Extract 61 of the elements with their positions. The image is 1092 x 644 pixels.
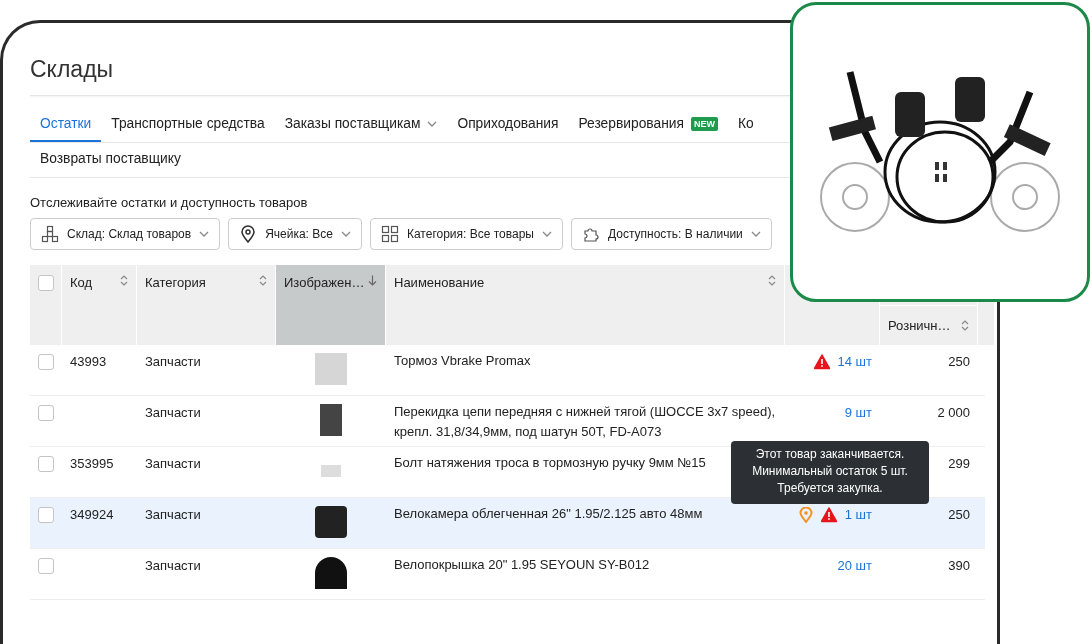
price: 299 <box>948 456 970 471</box>
category-name: Запчасти <box>145 558 201 573</box>
price: 250 <box>948 507 970 522</box>
stock-link[interactable]: 9 шт <box>844 405 872 420</box>
boxes-icon <box>41 225 59 243</box>
photo-placeholder <box>321 465 341 477</box>
chevron-down-icon <box>199 231 210 237</box>
chevron-down-icon <box>542 231 552 237</box>
price: 2 000 <box>937 405 970 420</box>
price: 250 <box>948 354 970 369</box>
photo-placeholder <box>315 557 347 589</box>
column-header[interactable]: Розничн… <box>880 305 978 345</box>
category-name: Запчасти <box>145 354 201 369</box>
product-name: Велокамера облегченная 26" 1.95/2.125 авто 48мм <box>394 505 703 523</box>
chevron-down-icon <box>750 231 761 237</box>
stock-tooltip: Этот товар заканчивается. Минимальный остаток 5 шт. Требуется закупка. <box>731 441 929 504</box>
checkbox[interactable] <box>38 558 54 574</box>
column-header[interactable]: Наименование <box>386 265 785 345</box>
tab[interactable]: Возвраты поставщику <box>30 143 191 177</box>
product-name: Велопокрышка 20" 1.95 SEYOUN SY-B012 <box>394 556 650 574</box>
stock-link[interactable]: 14 шт <box>837 354 872 369</box>
product-code: 353995 <box>70 456 114 471</box>
stock-link[interactable]: 1 шт <box>844 507 872 522</box>
category-name: Запчасти <box>145 507 201 522</box>
puzzle-icon <box>582 225 600 243</box>
product-code: 349924 <box>70 507 114 522</box>
category-name: Запчасти <box>145 405 201 420</box>
new-badge: NEW <box>691 116 718 131</box>
product-name: Болт натяжения троса в тормозную ручку 9мм №15 <box>394 454 706 472</box>
chevron-down-icon <box>340 231 351 237</box>
photo-placeholder <box>315 353 347 385</box>
grid-icon <box>380 225 399 243</box>
tab[interactable]: Резервирования NEW <box>568 108 728 142</box>
tab[interactable]: Остатки <box>30 108 102 142</box>
tab[interactable]: Ко <box>728 108 764 142</box>
product-name: Перекидка цепи передняя с нижней тягой (ШОССЕ 3х7 speed), крепл. 31,8/34,9мм, под шатун 50Т, FD-A073 <box>394 403 777 441</box>
column-header[interactable]: Изображен… <box>276 265 386 345</box>
tab[interactable]: Заказы поставщикам <box>274 108 448 142</box>
checkbox[interactable] <box>38 507 54 523</box>
page-title: Склады <box>30 55 115 84</box>
filter-dropdown[interactable]: Категория: Все товары <box>369 218 563 250</box>
checkbox[interactable] <box>37 275 54 291</box>
column-header[interactable]: Категория <box>137 265 276 345</box>
filter-dropdown[interactable]: Склад: Склад товаров <box>30 218 221 250</box>
product-name: Тормоз Vbrake Promax <box>394 352 531 370</box>
tab[interactable]: Оприходования <box>447 108 569 142</box>
photo-placeholder <box>315 506 347 538</box>
price: 390 <box>948 558 970 573</box>
checkbox[interactable] <box>38 354 54 370</box>
checkbox[interactable] <box>38 456 54 472</box>
tab[interactable]: Транспортные средства <box>101 108 275 142</box>
category-name: Запчасти <box>145 456 201 471</box>
column-header[interactable]: Код <box>62 265 137 345</box>
photo-placeholder <box>320 404 342 436</box>
product-code: 43993 <box>70 354 107 369</box>
page-description: Отслеживайте остатки и доступность товаров <box>30 195 309 210</box>
location-pin-icon <box>239 225 258 243</box>
filter-dropdown[interactable]: Доступность: В наличии <box>571 218 772 250</box>
stock-link[interactable]: 20 шт <box>837 558 872 573</box>
filter-dropdown[interactable]: Ячейка: Все <box>228 218 362 250</box>
checkbox[interactable] <box>38 405 54 421</box>
